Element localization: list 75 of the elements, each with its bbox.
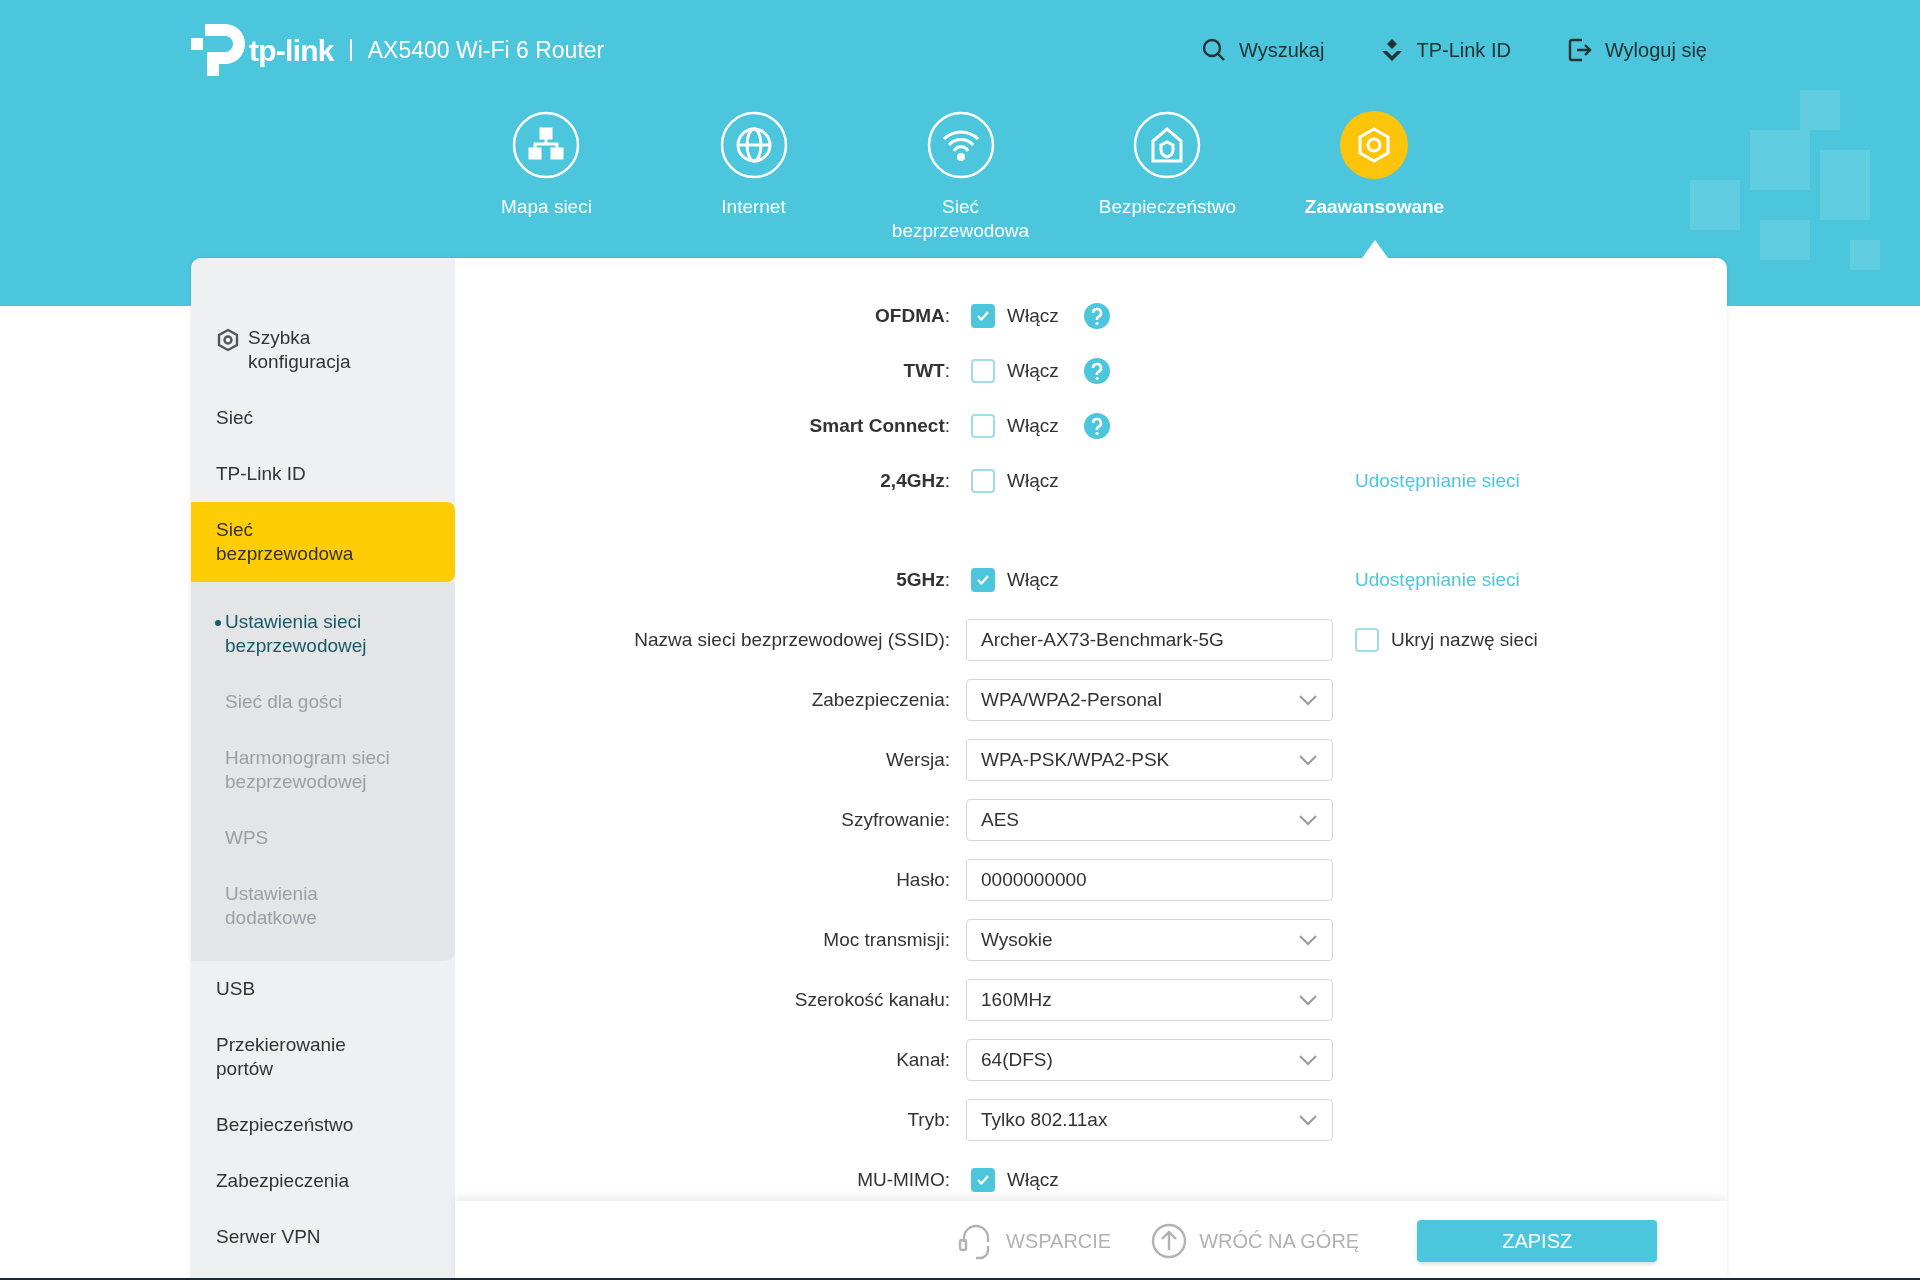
field-label: Kanał: [896,1048,950,1070]
text-field[interactable]: Archer-AX73-Benchmark-5G [966,619,1333,661]
header-link[interactable]: TP-Link ID [1380,35,1511,65]
field-label: MU-MIMO: [857,1168,950,1190]
submenu-item[interactable]: Ustawienia sieci bezprzewodowej [191,594,455,674]
sidebar-item[interactable]: Bezpieczeństwo [191,1097,455,1153]
field-label: Wersja: [885,748,950,770]
sidebar-item[interactable]: USB [191,961,455,1017]
field-label: Szyfrowanie: [841,808,950,830]
checkbox-label: Włącz [1007,358,1059,383]
chevron-down-icon [1298,1114,1318,1126]
checkbox-label: Włącz [1007,413,1059,438]
dropdown-field[interactable]: WPA-PSK/WPA2-PSK [966,739,1333,781]
checkbox[interactable] [971,469,995,493]
gear-icon [1340,111,1409,179]
checkbox[interactable] [971,1168,995,1192]
field-label: Szerokość kanału: [794,988,950,1010]
dropdown-field[interactable]: AES [966,799,1333,841]
help-icon[interactable] [1082,412,1111,440]
checkmark-icon [976,310,990,322]
checkmark-icon [976,1174,990,1186]
sidebar-item[interactable]: Zabezpieczenia [191,1153,455,1209]
field-label: OFDMA: [875,304,950,326]
sidebar-item[interactable]: Sieć bezprzewodowa [191,502,455,582]
help-icon[interactable] [1082,357,1111,385]
checkbox-label: Włącz [1007,1167,1059,1192]
brand-name: tp-link [249,32,334,69]
logo-icon [191,24,245,76]
header-link[interactable]: Wyszukaj [1201,35,1325,65]
wifi-icon [926,111,995,179]
checkbox-label: Włącz [1007,567,1059,592]
sidebar-item[interactable]: Szybka konfiguracja [191,310,455,390]
field-label: 5GHz: [896,568,950,590]
checkbox[interactable] [971,414,995,438]
header-link[interactable]: Wyloguj się [1566,35,1707,65]
sidebar-item[interactable]: TP-Link ID [191,446,455,502]
chevron-down-icon [1298,694,1318,706]
checkbox[interactable] [971,304,995,328]
field-label: TWT: [903,359,950,381]
checkbox-label: Ukryj nazwę sieci [1391,627,1538,652]
chevron-down-icon [1298,994,1318,1006]
arrow-up-icon [1151,1222,1188,1259]
sidebar-item[interactable]: Serwer VPN [191,1209,455,1265]
field-label: Tryb: [907,1108,950,1130]
help-icon[interactable] [1082,302,1111,330]
checkbox-label: Włącz [1007,468,1059,493]
chevron-down-icon [1298,754,1318,766]
dropdown-field[interactable]: WPA/WPA2-Personal [966,679,1333,721]
checkbox-label: Włącz [1007,303,1059,328]
field-label: Zabezpieczenia: [811,688,950,710]
field-label: Smart Connect: [809,414,950,436]
checkbox[interactable] [971,359,995,383]
checkbox[interactable] [1355,628,1379,652]
field-label: Hasło: [896,868,950,890]
logout-icon [1566,37,1593,63]
gear-icon [216,328,240,352]
chevron-down-icon [1298,934,1318,946]
chevron-down-icon [1298,814,1318,826]
dropdown-field[interactable]: Tylko 802.11ax [966,1099,1333,1141]
sidebar-item[interactable]: Sieć [191,390,455,446]
chevron-down-icon [1298,1054,1318,1066]
dropdown-field[interactable]: Wysokie [966,919,1333,961]
dropdown-field[interactable]: 64(DFS) [966,1039,1333,1081]
dropdown-field[interactable]: 160MHz [966,979,1333,1021]
text-field[interactable]: 0000000000 [966,859,1333,901]
globe-icon [719,111,788,179]
house-shield-icon [1133,111,1202,179]
network-map-icon [512,111,581,179]
checkmark-icon [976,574,990,586]
field-label: Moc transmisji: [823,928,950,950]
field-label: 2,4GHz: [880,469,950,491]
sidebar-item[interactable]: Przekierowanie portów [191,1017,455,1097]
model-name: AX5400 Wi-Fi 6 Router [367,35,605,65]
checkbox[interactable] [971,568,995,592]
field-label: Nazwa sieci bezprzewodowej (SSID): [634,628,950,650]
